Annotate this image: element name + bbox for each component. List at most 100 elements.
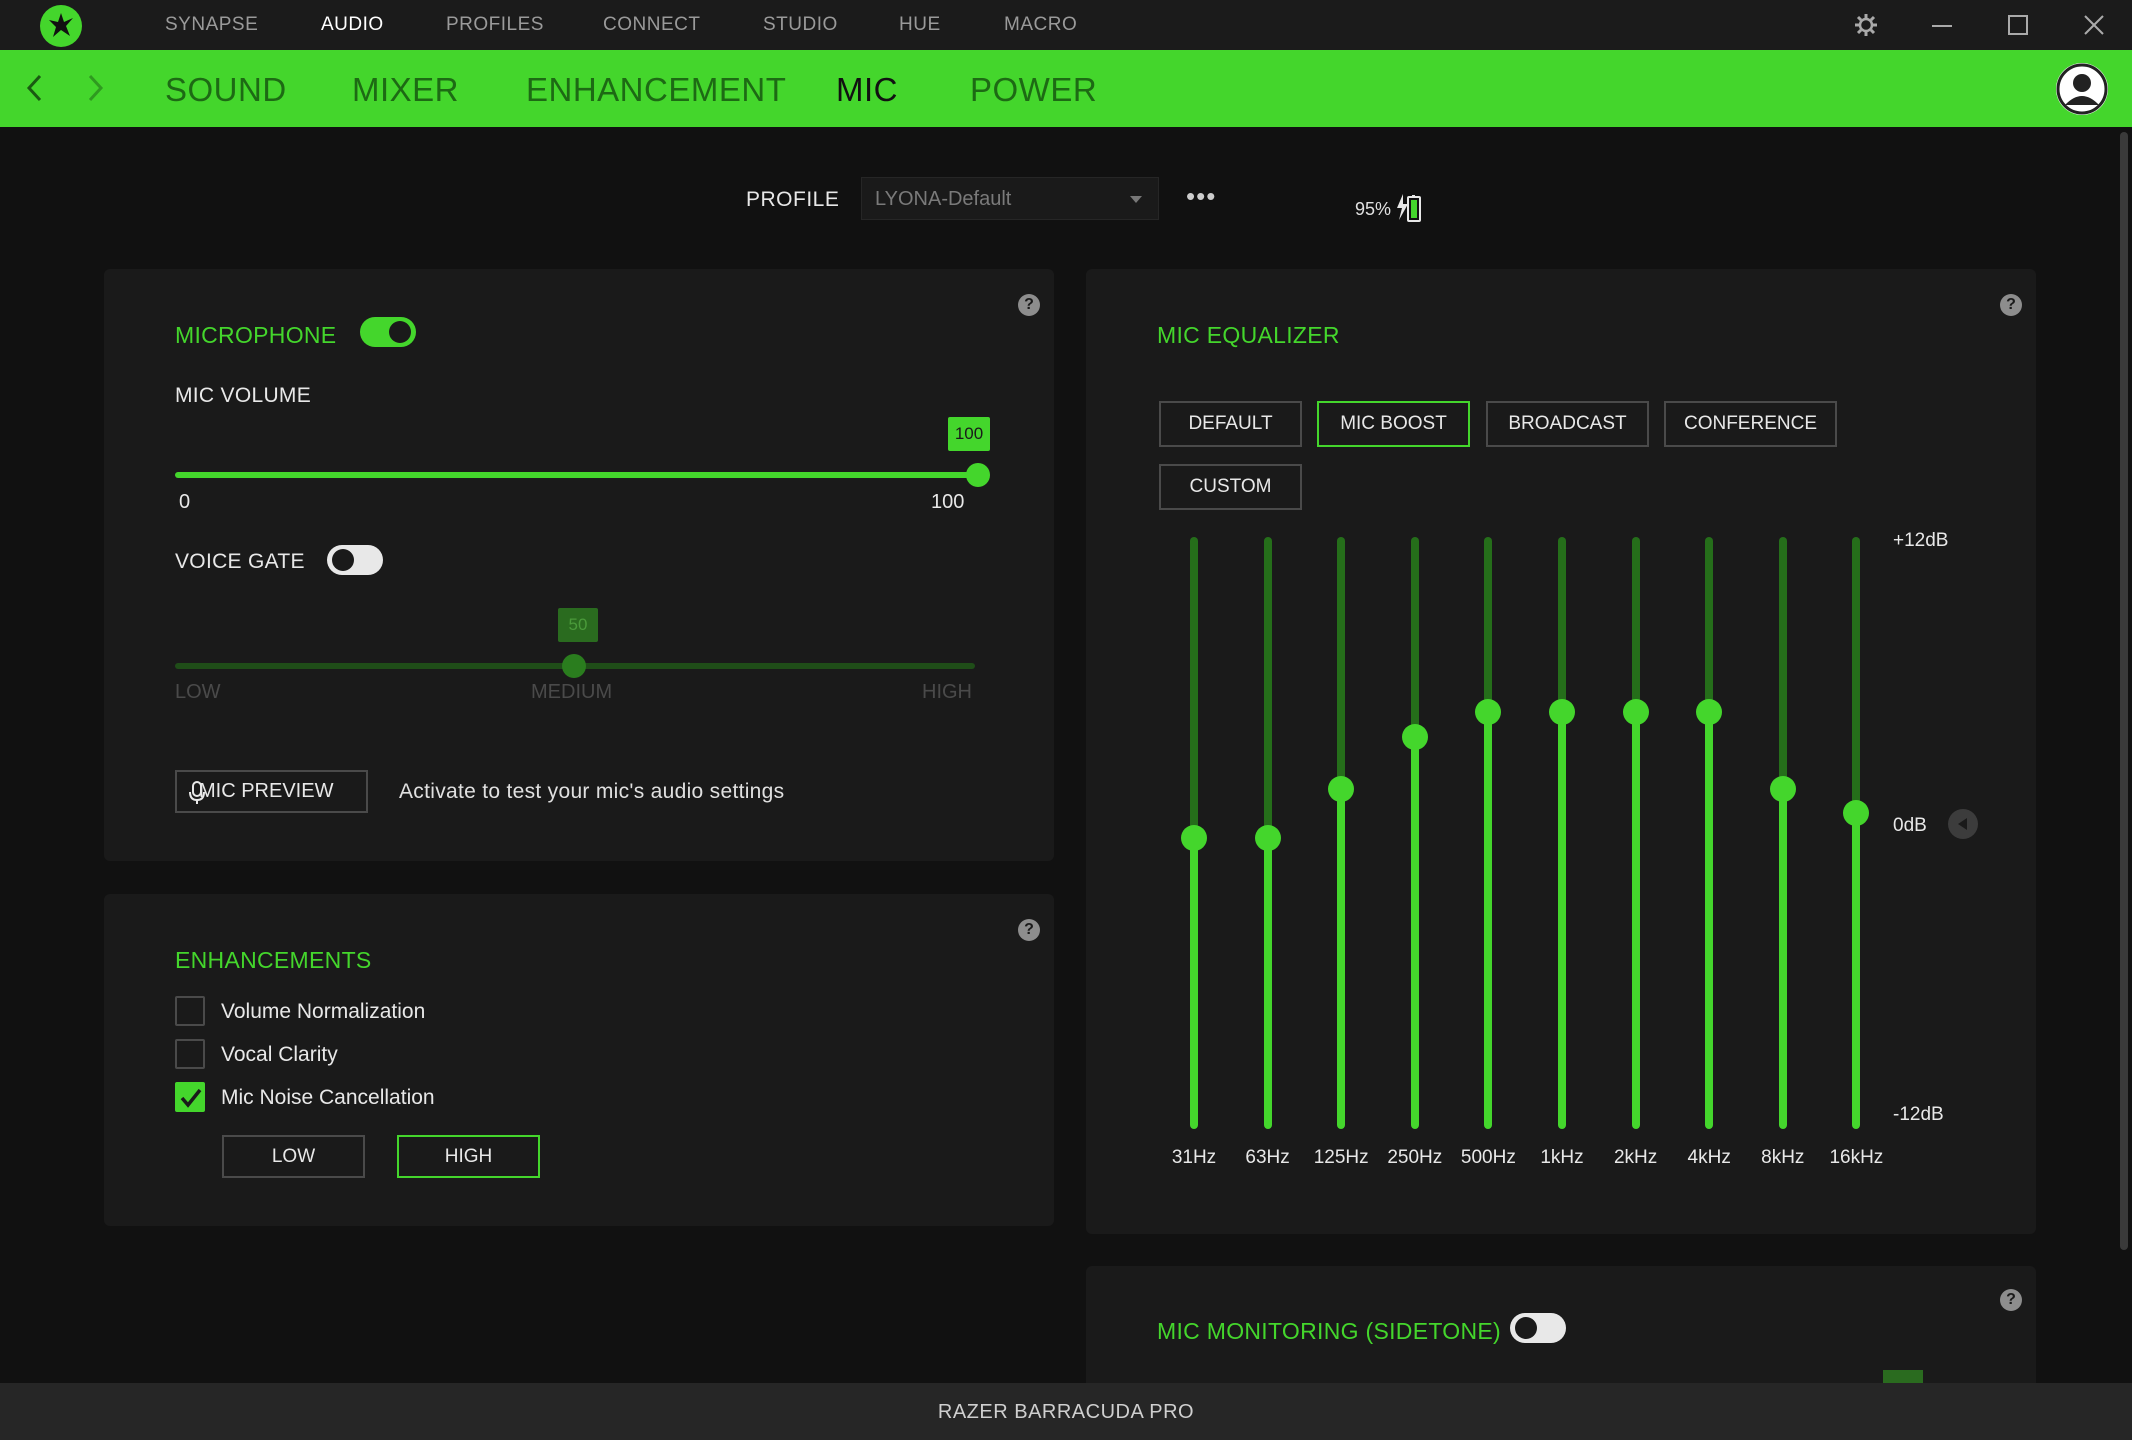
preset-custom-button[interactable]: CUSTOM bbox=[1159, 464, 1302, 510]
microphone-title: MICROPHONE bbox=[175, 322, 337, 348]
eq-band-track-upper[interactable] bbox=[1778, 537, 1787, 789]
eq-band-thumb-4kHz[interactable] bbox=[1696, 699, 1723, 726]
eq-band-thumb-2kHz[interactable] bbox=[1622, 699, 1649, 726]
help-icon[interactable]: ? bbox=[2000, 294, 2022, 316]
eq-band-track-lower[interactable] bbox=[1705, 712, 1714, 1129]
eq-zero-db-label: 0dB bbox=[1893, 815, 1927, 836]
eq-band-thumb-1kHz[interactable] bbox=[1549, 699, 1575, 726]
eq-band-label: 4kHz bbox=[1687, 1147, 1731, 1168]
enhancements-title: ENHANCEMENTS bbox=[175, 947, 372, 973]
eq-band-track-upper[interactable] bbox=[1631, 537, 1640, 713]
enhancements-panel: ? ENHANCEMENTS Volume Normalization Voca… bbox=[104, 894, 1054, 1226]
profile-dropdown-value: LYONA-Default bbox=[875, 188, 1012, 210]
mic-monitoring-panel: ? MIC MONITORING (SIDETONE) bbox=[1086, 1266, 2036, 1383]
profile-dropdown[interactable]: LYONA-Default bbox=[861, 177, 1159, 220]
eq-band-track-lower[interactable] bbox=[1852, 813, 1861, 1129]
eq-band-thumb-31Hz[interactable] bbox=[1181, 824, 1207, 851]
mic-preview-button[interactable]: MIC PREVIEW bbox=[175, 770, 368, 813]
topnav-connect[interactable]: CONNECT bbox=[603, 14, 700, 36]
eq-band-label: 250Hz bbox=[1387, 1147, 1443, 1168]
mic-monitoring-toggle[interactable] bbox=[1510, 1313, 1566, 1343]
eq-band-thumb-125Hz[interactable] bbox=[1328, 775, 1355, 802]
eq-band-track-upper[interactable] bbox=[1263, 537, 1272, 838]
noise-level-high-button[interactable]: HIGH bbox=[397, 1135, 540, 1178]
eq-band-label: 125Hz bbox=[1313, 1147, 1369, 1168]
preset-mic-boost-button[interactable]: MIC BOOST bbox=[1317, 401, 1470, 447]
eq-band-thumb-250Hz[interactable] bbox=[1401, 723, 1428, 750]
topnav-profiles[interactable]: PROFILES bbox=[446, 14, 544, 36]
eq-band-track-upper[interactable] bbox=[1705, 537, 1714, 713]
eq-band-track-lower[interactable] bbox=[1778, 788, 1787, 1129]
tab-mixer[interactable]: MIXER bbox=[352, 71, 459, 109]
settings-gear-icon[interactable] bbox=[1851, 10, 1881, 40]
eq-band-track-lower[interactable] bbox=[1631, 712, 1640, 1129]
tab-sound[interactable]: SOUND bbox=[165, 71, 287, 109]
eq-band-track-lower[interactable] bbox=[1484, 712, 1493, 1129]
voice-gate-high: HIGH bbox=[922, 681, 972, 703]
voice-gate-label: VOICE GATE bbox=[175, 550, 305, 573]
eq-band-track-lower[interactable] bbox=[1337, 788, 1346, 1129]
chevron-down-icon bbox=[1130, 196, 1142, 203]
eq-band-track-lower[interactable] bbox=[1558, 712, 1566, 1129]
eq-reset-arrow-icon[interactable] bbox=[1948, 809, 1978, 839]
mic-volume-max: 100 bbox=[931, 491, 965, 513]
mic-volume-min: 0 bbox=[179, 491, 191, 513]
eq-band-thumb-8kHz[interactable] bbox=[1769, 775, 1796, 802]
more-options-icon[interactable]: ••• bbox=[1186, 183, 1216, 209]
eq-band-track-upper[interactable] bbox=[1337, 537, 1346, 789]
tab-mic[interactable]: MIC bbox=[836, 71, 898, 109]
help-icon[interactable]: ? bbox=[1018, 919, 1040, 941]
mic-preview-label: MIC PREVIEW bbox=[199, 780, 334, 802]
title-bar: SYNAPSE AUDIO PROFILES CONNECT STUDIO HU… bbox=[0, 0, 2132, 50]
checkmark-icon bbox=[180, 1088, 202, 1108]
preset-broadcast-button[interactable]: BROADCAST bbox=[1486, 401, 1649, 447]
user-avatar-icon[interactable] bbox=[2056, 63, 2108, 115]
eq-band-track-lower[interactable] bbox=[1263, 837, 1272, 1129]
help-icon[interactable]: ? bbox=[2000, 1289, 2022, 1311]
maximize-icon[interactable] bbox=[2003, 10, 2033, 40]
eq-band-track-lower[interactable] bbox=[1190, 837, 1198, 1129]
topnav-macro[interactable]: MACRO bbox=[1004, 14, 1077, 36]
eq-band-track-lower[interactable] bbox=[1410, 736, 1419, 1129]
close-icon[interactable] bbox=[2079, 10, 2109, 40]
eq-band-track-upper[interactable] bbox=[1190, 537, 1198, 838]
eq-band-label: 2kHz bbox=[1613, 1147, 1658, 1168]
mic-volume-slider-thumb[interactable] bbox=[966, 463, 990, 487]
voice-gate-low: LOW bbox=[175, 681, 221, 703]
device-footer: RAZER BARRACUDA PRO bbox=[0, 1383, 2132, 1440]
forward-arrow-icon[interactable] bbox=[80, 70, 110, 106]
eq-band-label: 63Hz bbox=[1245, 1147, 1290, 1168]
microphone-toggle[interactable] bbox=[360, 317, 416, 347]
topnav-synapse[interactable]: SYNAPSE bbox=[165, 14, 258, 36]
vocal-clarity-checkbox[interactable] bbox=[175, 1039, 205, 1069]
help-icon[interactable]: ? bbox=[1018, 294, 1040, 316]
eq-band-track-upper[interactable] bbox=[1852, 537, 1861, 814]
profile-label: PROFILE bbox=[746, 188, 840, 211]
mic-noise-cancellation-checkbox[interactable] bbox=[175, 1082, 205, 1112]
mic-volume-slider-track[interactable] bbox=[175, 472, 975, 478]
eq-band-thumb-63Hz[interactable] bbox=[1254, 824, 1281, 851]
tab-power[interactable]: POWER bbox=[970, 71, 1097, 109]
minimize-icon[interactable] bbox=[1927, 10, 1957, 40]
eq-band-track-upper[interactable] bbox=[1558, 537, 1566, 713]
noise-level-low-button[interactable]: LOW bbox=[222, 1135, 365, 1178]
topnav-hue[interactable]: HUE bbox=[899, 14, 941, 36]
eq-band-thumb-16kHz[interactable] bbox=[1843, 800, 1870, 827]
vertical-scrollbar[interactable] bbox=[2120, 132, 2128, 1250]
topnav-studio[interactable]: STUDIO bbox=[763, 14, 838, 36]
topnav-audio[interactable]: AUDIO bbox=[321, 14, 384, 36]
eq-band-track-upper[interactable] bbox=[1410, 537, 1419, 737]
eq-band-track-upper[interactable] bbox=[1484, 537, 1493, 713]
volume-normalization-checkbox[interactable] bbox=[175, 996, 205, 1026]
razer-logo-icon[interactable] bbox=[40, 5, 82, 47]
preset-default-button[interactable]: DEFAULT bbox=[1159, 401, 1302, 447]
preset-conference-button[interactable]: CONFERENCE bbox=[1664, 401, 1837, 447]
back-arrow-icon[interactable] bbox=[20, 70, 50, 106]
eq-band-label: 8kHz bbox=[1761, 1147, 1805, 1168]
mic-preview-hint: Activate to test your mic's audio settin… bbox=[399, 780, 785, 803]
eq-band-thumb-500Hz[interactable] bbox=[1475, 699, 1502, 726]
voice-gate-toggle[interactable] bbox=[327, 545, 383, 575]
tab-enhancement[interactable]: ENHANCEMENT bbox=[526, 71, 786, 109]
eq-band-label: 1kHz bbox=[1540, 1147, 1584, 1168]
mic-equalizer-title: MIC EQUALIZER bbox=[1157, 322, 1340, 348]
